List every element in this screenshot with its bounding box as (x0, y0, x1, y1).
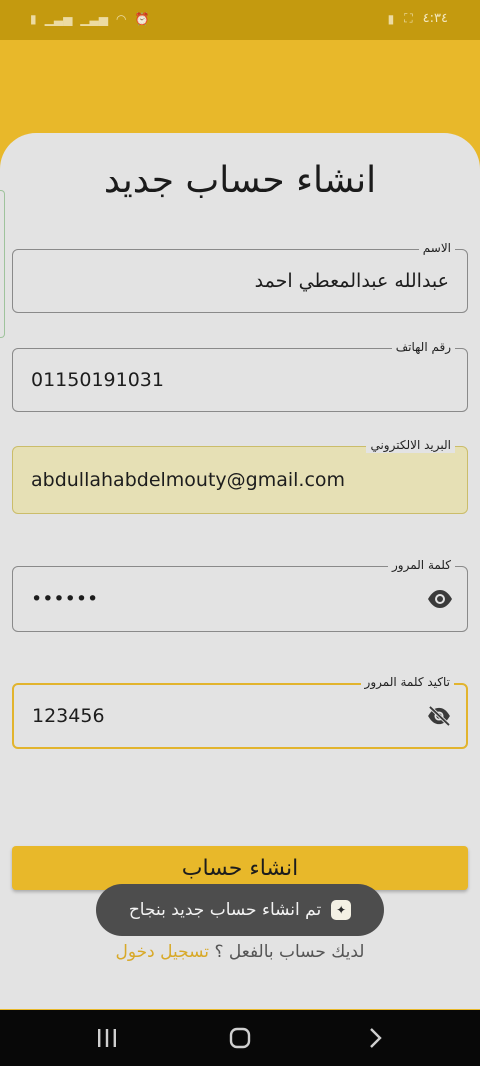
email-field[interactable]: البريد الالكتروني abdullahabdelmouty@gma… (12, 437, 468, 514)
system-nav-bar (0, 1010, 480, 1066)
confirm-password-value: 123456 (32, 705, 105, 727)
login-question: لديك حساب بالفعل ؟ (214, 942, 365, 962)
alarm-icon: ⏰ (134, 12, 150, 26)
toast-message: تم انشاء حساب جديد بنجاح (128, 900, 322, 920)
phone-value: 01150191031 (31, 369, 164, 391)
side-tab (0, 190, 5, 338)
password-label: كلمة المرور (387, 557, 455, 573)
confirm-password-label: تاكيد كلمة المرور (360, 674, 454, 690)
page-title: انشاء حساب جديد (103, 160, 377, 201)
recent-apps-icon[interactable] (94, 1026, 120, 1050)
wifi-icon: ◠ (115, 12, 127, 26)
battery-icon: ▮ (387, 11, 395, 26)
back-icon[interactable] (362, 1026, 388, 1050)
phone-label: رقم الهاتف (391, 339, 455, 355)
name-value: عبدالله عبدالمعطي احمد (254, 270, 449, 292)
screenshot-icon: ⛶ (404, 11, 413, 25)
eye-off-icon[interactable] (426, 706, 452, 726)
name-field[interactable]: الاسم عبدالله عبدالمعطي احمد (12, 240, 468, 313)
home-icon[interactable] (227, 1026, 253, 1050)
success-toast: ✦ تم انشاء حساب جديد بنجاح (96, 884, 384, 936)
password-field[interactable]: كلمة المرور •••••• (12, 557, 468, 632)
eye-icon[interactable] (427, 589, 453, 609)
signal-icon-2: ▁▃▅ (80, 12, 108, 26)
status-time: ٤:٣٤ (422, 11, 448, 26)
status-icons-left: ▮ ▁▃▅ ▁▃▅ ◠ ⏰ (30, 12, 149, 26)
login-prompt: لديك حساب بالفعل ؟ تسجيل دخول (0, 942, 480, 962)
confirm-password-field[interactable]: تاكيد كلمة المرور 123456 (12, 674, 468, 749)
email-label: البريد الالكتروني (366, 437, 455, 453)
login-link[interactable]: تسجيل دخول (116, 942, 210, 962)
phone-field[interactable]: رقم الهاتف 01150191031 (12, 339, 468, 412)
password-value: •••••• (31, 588, 99, 610)
sim-icon: ▮ (30, 12, 37, 26)
email-value: abdullahabdelmouty@gmail.com (31, 469, 346, 491)
status-icons-right: ▮ ⛶ ٤:٣٤ (388, 11, 448, 26)
app-icon: ✦ (331, 900, 352, 920)
status-bar: ▮ ▁▃▅ ▁▃▅ ◠ ⏰ ▮ ⛶ ٤:٣٤ (0, 0, 480, 40)
signal-icon: ▁▃▅ (44, 12, 73, 26)
